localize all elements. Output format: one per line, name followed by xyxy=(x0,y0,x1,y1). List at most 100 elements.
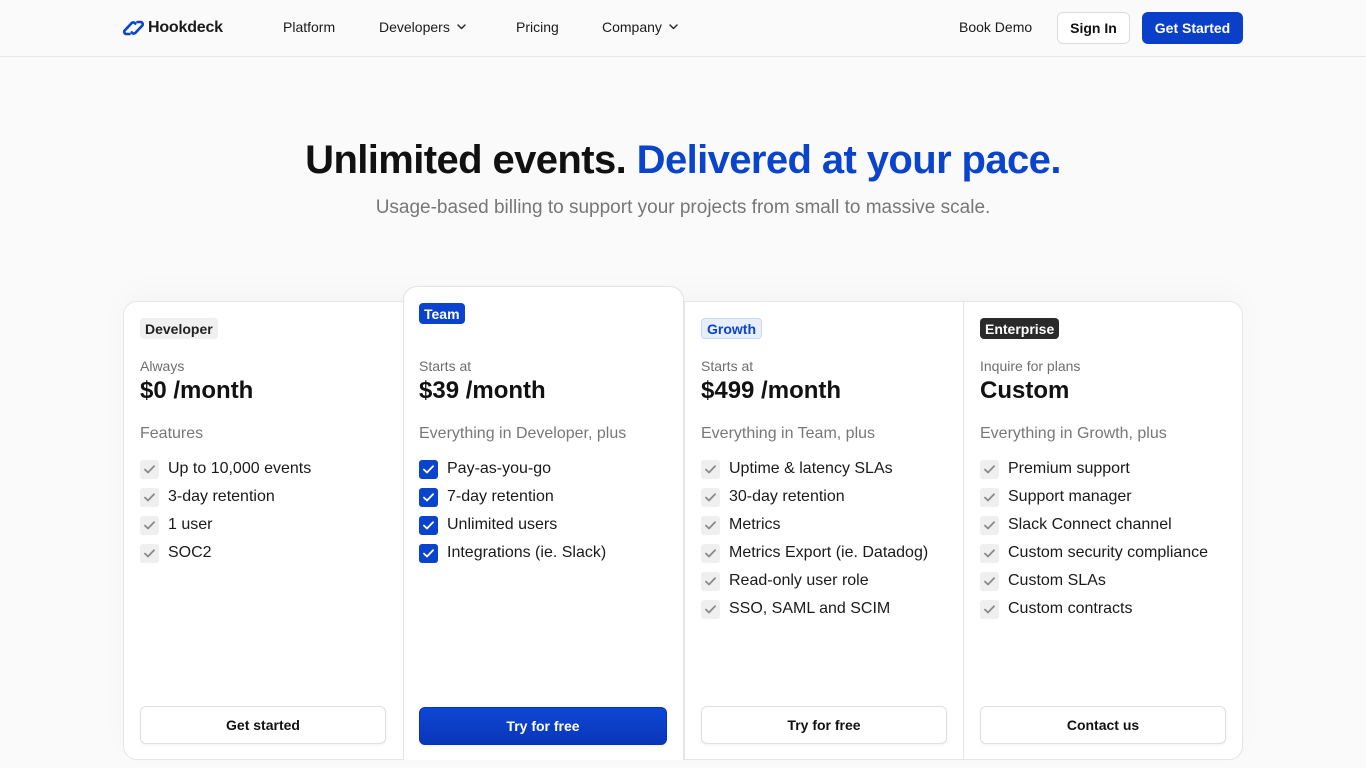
feature-item: Custom SLAs xyxy=(980,567,1208,595)
hookdeck-logo-icon xyxy=(123,20,144,36)
feature-item: Pay-as-you-go xyxy=(419,455,606,483)
feature-item: Premium support xyxy=(980,455,1208,483)
plan-card-enterprise: Enterprise Inquire for plans Custom Ever… xyxy=(963,302,1242,759)
get-started-button[interactable]: Get Started xyxy=(1142,12,1243,44)
check-icon xyxy=(419,487,438,507)
check-icon xyxy=(419,515,438,535)
plan-features-heading: Everything in Growth, plus xyxy=(980,425,1167,442)
feature-item: Read-only user role xyxy=(701,567,928,595)
plan-price: Custom xyxy=(980,377,1070,404)
nav-link-label: Company xyxy=(602,19,662,35)
feature-item: Uptime & latency SLAs xyxy=(701,455,928,483)
feature-label: Premium support xyxy=(1008,460,1130,477)
feature-label: Uptime & latency SLAs xyxy=(729,460,893,477)
check-icon xyxy=(419,459,438,479)
sign-in-button[interactable]: Sign In xyxy=(1057,12,1130,44)
top-nav: Hookdeck Platform Developers Pricing Com… xyxy=(0,0,1366,57)
feature-item: 30-day retention xyxy=(701,483,928,511)
feature-label: Custom contracts xyxy=(1008,600,1133,617)
plan-price-prefix: Starts at xyxy=(419,358,472,374)
plan-price: $39 /month xyxy=(419,377,546,404)
plan-features-heading: Everything in Developer, plus xyxy=(419,425,627,442)
feature-label: Up to 10,000 events xyxy=(168,460,312,477)
hero-title-accent: Delivered at your pace. xyxy=(636,138,1062,182)
feature-item: Support manager xyxy=(980,483,1208,511)
feature-label: Integrations (ie. Slack) xyxy=(447,544,607,561)
check-icon xyxy=(980,487,999,507)
nav-link-company[interactable]: Company xyxy=(602,19,678,35)
nav-link-developers[interactable]: Developers xyxy=(379,19,466,35)
plan-feature-list: Premium support Support manager Slack Co… xyxy=(980,455,1208,623)
feature-item: Slack Connect channel xyxy=(980,511,1208,539)
feature-label: SOC2 xyxy=(168,544,212,561)
plan-price-prefix: Inquire for plans xyxy=(980,358,1081,374)
contact-us-button[interactable]: Contact us xyxy=(980,706,1226,744)
feature-label: 3-day retention xyxy=(168,488,275,505)
check-icon xyxy=(980,599,999,619)
hero-subtitle: Usage-based billing to support your proj… xyxy=(375,197,991,218)
book-demo-link[interactable]: Book Demo xyxy=(959,19,1032,35)
feature-label: Metrics Export (ie. Datadog) xyxy=(729,544,929,561)
check-icon xyxy=(701,543,720,563)
nav-link-label: Platform xyxy=(283,19,336,35)
check-icon xyxy=(701,487,720,507)
plan-price-prefix: Always xyxy=(140,358,185,374)
check-icon xyxy=(140,543,159,563)
feature-item: SSO, SAML and SCIM xyxy=(701,595,928,623)
hero-title: Unlimited events. Delivered at your pace… xyxy=(0,138,1366,183)
chevron-down-icon xyxy=(457,24,466,30)
check-icon xyxy=(701,459,720,479)
feature-item: 7-day retention xyxy=(419,483,606,511)
nav-link-label: Pricing xyxy=(516,19,559,35)
plan-card-developer: Developer Always $0 /month Features Up t… xyxy=(124,302,403,759)
feature-item: Custom contracts xyxy=(980,595,1208,623)
plan-card-growth: Growth Starts at $499 /month Everything … xyxy=(684,302,963,759)
plan-badge: Developer xyxy=(140,318,218,339)
try-for-free-growth-button[interactable]: Try for free xyxy=(701,706,947,744)
book-demo-label: Book Demo xyxy=(959,19,1033,35)
plan-badge: Enterprise xyxy=(980,318,1060,339)
feature-label: Pay-as-you-go xyxy=(447,460,552,477)
plan-feature-list: Uptime & latency SLAs 30-day retention M… xyxy=(701,455,928,623)
feature-label: Custom SLAs xyxy=(1008,572,1106,589)
check-icon xyxy=(701,571,720,591)
plan-feature-list: Up to 10,000 events 3-day retention 1 us… xyxy=(140,455,311,567)
check-icon xyxy=(980,543,999,563)
get-started-plan-button[interactable]: Get started xyxy=(140,706,386,744)
feature-item: Integrations (ie. Slack) xyxy=(419,539,606,567)
plan-price: $0 /month xyxy=(140,377,254,404)
plan-card-team: Team Starts at $39 /month Everything in … xyxy=(403,286,684,760)
feature-item: Custom security compliance xyxy=(980,539,1208,567)
brand-logo[interactable]: Hookdeck xyxy=(123,17,223,39)
plan-feature-list: Pay-as-you-go 7-day retention Unlimited … xyxy=(419,455,606,567)
feature-item: Unlimited users xyxy=(419,511,606,539)
feature-item: Up to 10,000 events xyxy=(140,455,311,483)
feature-label: Slack Connect channel xyxy=(1008,516,1172,533)
check-icon xyxy=(140,459,159,479)
feature-label: Metrics xyxy=(729,516,781,533)
nav-link-platform[interactable]: Platform xyxy=(283,19,335,35)
hero-title-main: Unlimited events. xyxy=(305,138,627,182)
check-icon xyxy=(701,515,720,535)
plan-badge: Team xyxy=(419,303,465,324)
check-icon xyxy=(140,487,159,507)
feature-label: 1 user xyxy=(168,516,213,533)
check-icon xyxy=(980,571,999,591)
feature-label: 7-day retention xyxy=(447,488,554,505)
check-icon xyxy=(980,459,999,479)
feature-item: 1 user xyxy=(140,511,311,539)
feature-item: Metrics Export (ie. Datadog) xyxy=(701,539,928,567)
feature-label: 30-day retention xyxy=(729,488,845,505)
feature-label: Support manager xyxy=(1008,488,1132,505)
feature-item: SOC2 xyxy=(140,539,311,567)
try-for-free-team-button[interactable]: Try for free xyxy=(419,707,667,745)
plan-price-prefix: Starts at xyxy=(701,358,754,374)
check-icon xyxy=(701,599,720,619)
check-icon xyxy=(419,543,438,563)
check-icon xyxy=(980,515,999,535)
nav-link-pricing[interactable]: Pricing xyxy=(516,19,559,35)
plan-features-heading: Features xyxy=(140,425,204,442)
feature-item: 3-day retention xyxy=(140,483,311,511)
feature-item: Metrics xyxy=(701,511,928,539)
feature-label: Read-only user role xyxy=(729,572,869,589)
